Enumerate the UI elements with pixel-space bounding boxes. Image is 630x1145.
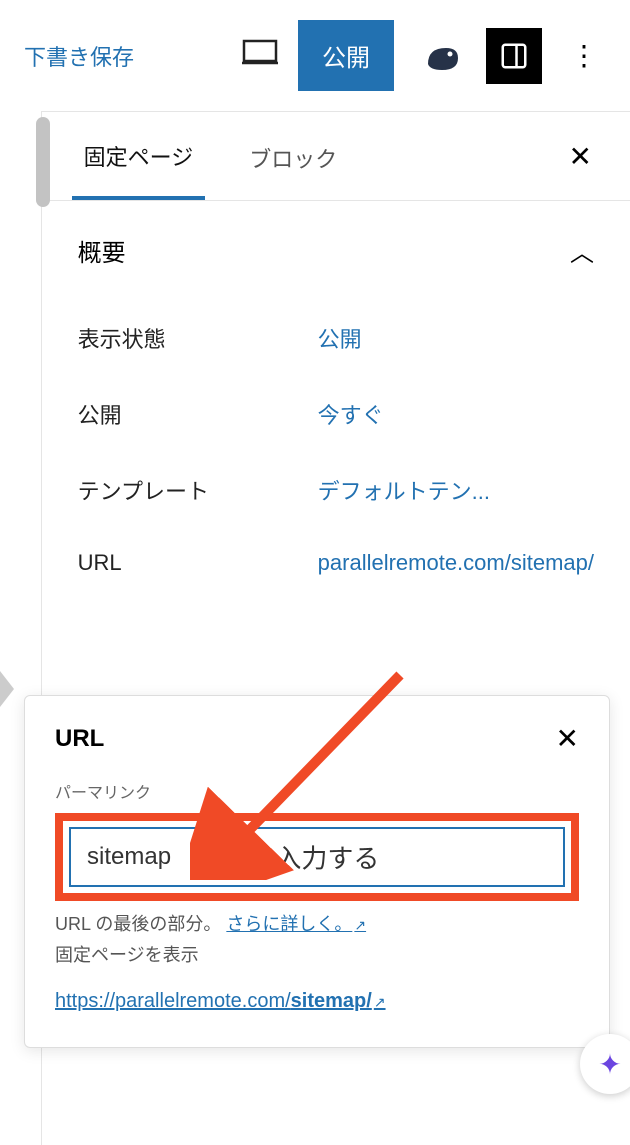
tab-page[interactable]: 固定ページ <box>72 112 206 200</box>
visibility-row: 表示状態 公開 <box>78 300 594 376</box>
publish-button[interactable]: 公開 <box>298 20 394 91</box>
template-row: テンプレート デフォルトテン... <box>78 452 594 528</box>
settings-panel-toggle[interactable] <box>486 28 542 84</box>
close-sidebar-icon[interactable]: ✕ <box>561 132 600 181</box>
insert-indicator-icon <box>0 671 14 707</box>
scrollbar-thumb[interactable] <box>36 117 50 207</box>
help-text-prefix: URL の最後の部分。 <box>55 914 226 934</box>
visibility-label: 表示状態 <box>78 322 318 354</box>
tab-block[interactable]: ブロック <box>237 114 349 198</box>
view-page-link[interactable]: https://parallelremote.com/sitemap/↗ <box>55 990 579 1013</box>
url-value[interactable]: parallelremote.com/sitemap/ <box>318 550 594 576</box>
permalink-input[interactable] <box>69 827 565 887</box>
url-popover: URL ✕ パーマリンク 入力する URL の最後の部分。 さらに詳しく。↗ 固… <box>24 695 610 1048</box>
template-value[interactable]: デフォルトテン... <box>318 474 594 506</box>
summary-section-title: 概要 <box>78 233 126 268</box>
chevron-up-icon: ︿ <box>570 233 594 268</box>
publish-value[interactable]: 今すぐ <box>318 398 594 430</box>
external-link-icon: ↗ <box>354 917 366 933</box>
more-options-icon[interactable]: ⋮ <box>562 39 606 72</box>
template-label: テンプレート <box>78 474 318 506</box>
popover-title: URL <box>55 725 104 753</box>
jetpack-icon[interactable] <box>420 36 460 76</box>
url-label: URL <box>78 550 318 576</box>
external-link-icon: ↗ <box>374 994 386 1010</box>
summary-section-toggle[interactable]: 概要 ︿ <box>42 201 630 300</box>
learn-more-link[interactable]: さらに詳しく。↗ <box>226 914 366 934</box>
visibility-value[interactable]: 公開 <box>318 322 594 354</box>
permalink-label: パーマリンク <box>55 779 579 803</box>
publish-row: 公開 今すぐ <box>78 376 594 452</box>
close-popover-icon[interactable]: ✕ <box>556 722 579 755</box>
draft-save-button[interactable]: 下書き保存 <box>24 40 134 72</box>
desktop-preview-icon[interactable] <box>242 39 278 72</box>
annotation-highlight: 入力する <box>55 813 579 901</box>
sparkle-icon: ✦ <box>598 1048 621 1081</box>
url-row: URL parallelremote.com/sitemap/ <box>78 528 594 598</box>
publish-label: 公開 <box>78 398 318 430</box>
permalink-help: URL の最後の部分。 さらに詳しく。↗ 固定ページを表示 <box>55 909 579 970</box>
view-page-label: 固定ページを表示 <box>55 945 199 965</box>
